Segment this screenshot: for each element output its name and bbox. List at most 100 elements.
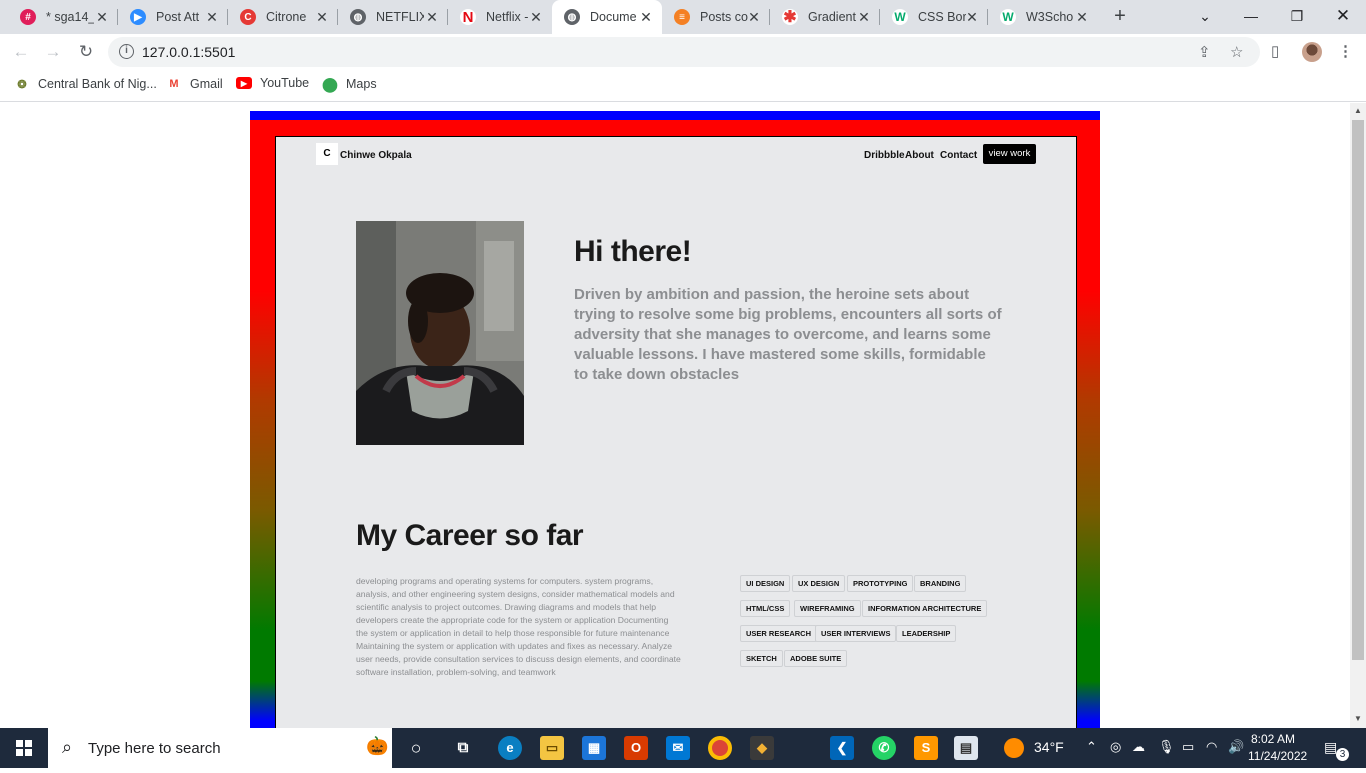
reload-button[interactable]: ↻ — [74, 40, 98, 64]
citrone-icon: C — [240, 9, 256, 25]
nav-contact[interactable]: Contact — [940, 150, 977, 161]
close-tab-icon[interactable]: ✕ — [528, 9, 544, 26]
nav-dribbble[interactable]: Dribbble — [864, 150, 905, 161]
url-text[interactable]: 127.0.0.1:5501 — [142, 44, 235, 60]
address-bar[interactable]: i 127.0.0.1:5501 ⇪ ☆ — [108, 37, 1260, 67]
side-panel-icon[interactable]: ▯ — [1271, 42, 1279, 60]
file-explorer-icon[interactable]: ▭ — [540, 736, 564, 760]
tab-6[interactable]: ≡ Posts co ✕ — [662, 0, 770, 34]
task-view-icon[interactable]: ⧉ — [451, 736, 475, 760]
bookmark-youtube[interactable]: ▶ YouTube — [236, 76, 309, 90]
sublime-icon[interactable]: S — [914, 736, 938, 760]
battery-icon[interactable]: ▭ — [1182, 739, 1194, 755]
scrollbar-thumb[interactable] — [1352, 120, 1364, 660]
skill-chip: ADOBE SUITE — [784, 650, 848, 667]
tab-9[interactable]: W W3Scho ✕ — [988, 0, 1098, 34]
onedrive-icon[interactable]: ☁ — [1132, 739, 1145, 755]
meet-icon[interactable]: ◎ — [1110, 739, 1121, 755]
close-tab-icon[interactable]: ✕ — [856, 9, 872, 26]
tab-7[interactable]: ✱ Gradient ✕ — [770, 0, 880, 34]
cortana-icon[interactable]: ○ — [404, 736, 428, 760]
notification-count: 3 — [1336, 748, 1349, 761]
skill-chip: USER INTERVIEWS — [815, 625, 897, 642]
windows-start-button[interactable] — [0, 728, 48, 768]
skill-chip: SKETCH — [740, 650, 783, 667]
microphone-icon[interactable]: 🎙 — [1158, 739, 1175, 755]
brand-name[interactable]: Chinwe Okpala — [340, 150, 412, 161]
chrome-icon[interactable] — [708, 736, 732, 760]
tab-8[interactable]: W CSS Bor ✕ — [880, 0, 988, 34]
close-tab-icon[interactable]: ✕ — [314, 9, 330, 26]
taskbar-search[interactable]: ⌕ Type here to search 🎃 — [48, 728, 392, 768]
bookmark-maps[interactable]: ⬤ Maps — [322, 76, 376, 92]
office-icon[interactable]: O — [624, 736, 648, 760]
tab-1[interactable]: ▶ Post Att ✕ — [118, 0, 228, 34]
mail-icon[interactable]: ✉ — [666, 736, 690, 760]
document-app-icon[interactable]: ▤ — [954, 736, 978, 760]
search-icon: ⌕ — [62, 737, 73, 757]
search-placeholder: Type here to search — [88, 740, 221, 757]
bookmark-gmail[interactable]: M Gmail — [166, 76, 222, 92]
close-tab-icon[interactable]: ✕ — [638, 9, 654, 26]
clock-date: 11/24/2022 — [1248, 749, 1308, 763]
skill-chip: BRANDING — [914, 575, 967, 592]
volume-icon[interactable]: 🔊 — [1228, 739, 1244, 755]
skill-chip: INFORMATION ARCHITECTURE — [862, 600, 988, 617]
close-tab-icon[interactable]: ✕ — [746, 9, 762, 26]
close-tab-icon[interactable]: ✕ — [964, 9, 980, 26]
menu-icon[interactable]: ⋮ — [1338, 42, 1353, 60]
hero-text: Driven by ambition and passion, the hero… — [574, 286, 1002, 383]
skill-chip: UI DESIGN — [740, 575, 791, 592]
back-button[interactable]: ← — [9, 40, 33, 64]
cbn-icon: ❂ — [17, 78, 27, 91]
tab-3[interactable]: ◍ NETFLIX ✕ — [338, 0, 448, 34]
netflix-icon: N — [460, 9, 476, 26]
edge-icon[interactable]: e — [498, 736, 522, 760]
system-clock[interactable]: 8:02 AM 11/24/2022 — [1248, 731, 1308, 765]
asterisk-icon: ✱ — [782, 9, 798, 26]
logo-icon[interactable]: C — [316, 143, 338, 165]
whatsapp-icon[interactable]: ✆ — [872, 736, 896, 760]
page-scrollbar[interactable]: ▲ ▼ — [1350, 103, 1366, 728]
sketch-app-icon[interactable]: ◆ — [750, 736, 774, 760]
skill-chip: UX DESIGN — [792, 575, 846, 592]
pumpkin-icon: 🎃 — [366, 736, 389, 756]
minimize-button[interactable]: — — [1228, 0, 1274, 34]
vscode-icon[interactable]: ❮ — [830, 736, 854, 760]
close-tab-icon[interactable]: ✕ — [94, 9, 110, 26]
profile-avatar[interactable] — [1302, 42, 1322, 62]
close-tab-icon[interactable]: ✕ — [1074, 9, 1090, 26]
restore-button[interactable]: ❐ — [1274, 0, 1320, 34]
scroll-down-icon[interactable]: ▼ — [1354, 714, 1362, 723]
tab-5-active[interactable]: ◍ Docume ✕ — [552, 0, 662, 34]
skill-chip: HTML/CSS — [740, 600, 791, 617]
skill-chip: USER RESEARCH — [740, 625, 818, 642]
site-info-icon[interactable]: i — [119, 44, 134, 59]
globe-icon: ◍ — [350, 9, 366, 25]
close-tab-icon[interactable]: ✕ — [204, 9, 220, 26]
bookmark-cbn[interactable]: ❂ Central Bank of Nig... — [14, 76, 156, 92]
store-icon[interactable]: ▦ — [582, 736, 606, 760]
tab-2[interactable]: C Citrone ✕ — [228, 0, 338, 34]
close-tab-icon[interactable]: ✕ — [424, 9, 440, 26]
tab-4[interactable]: N Netflix - ✕ — [448, 0, 552, 34]
globe-icon: ◍ — [564, 9, 580, 25]
tab-search-icon[interactable]: ⌄ — [1182, 0, 1228, 34]
wifi-icon[interactable]: ◠ — [1206, 739, 1217, 755]
nav-about[interactable]: About — [905, 150, 934, 161]
page-viewport: C Chinwe Okpala Dribbble About Contact v… — [0, 103, 1350, 728]
scroll-up-icon[interactable]: ▲ — [1354, 106, 1362, 115]
share-icon[interactable]: ⇪ — [1198, 43, 1211, 61]
bookmark-star-icon[interactable]: ☆ — [1230, 43, 1243, 61]
forward-button[interactable]: → — [41, 40, 65, 64]
weather-icon[interactable] — [1004, 738, 1024, 758]
skill-chip: PROTOTYPING — [847, 575, 914, 592]
skill-chip: WIREFRAMING — [794, 600, 861, 617]
new-tab-button[interactable]: + — [1109, 5, 1131, 27]
tab-0[interactable]: # * sga14_ ✕ — [8, 0, 118, 34]
close-window-button[interactable]: ✕ — [1320, 0, 1366, 34]
tray-chevron-icon[interactable]: ⌃ — [1086, 739, 1097, 755]
view-work-button[interactable]: view work — [983, 144, 1036, 164]
weather-temp[interactable]: 34°F — [1034, 739, 1064, 755]
w3-icon: W — [892, 9, 908, 25]
